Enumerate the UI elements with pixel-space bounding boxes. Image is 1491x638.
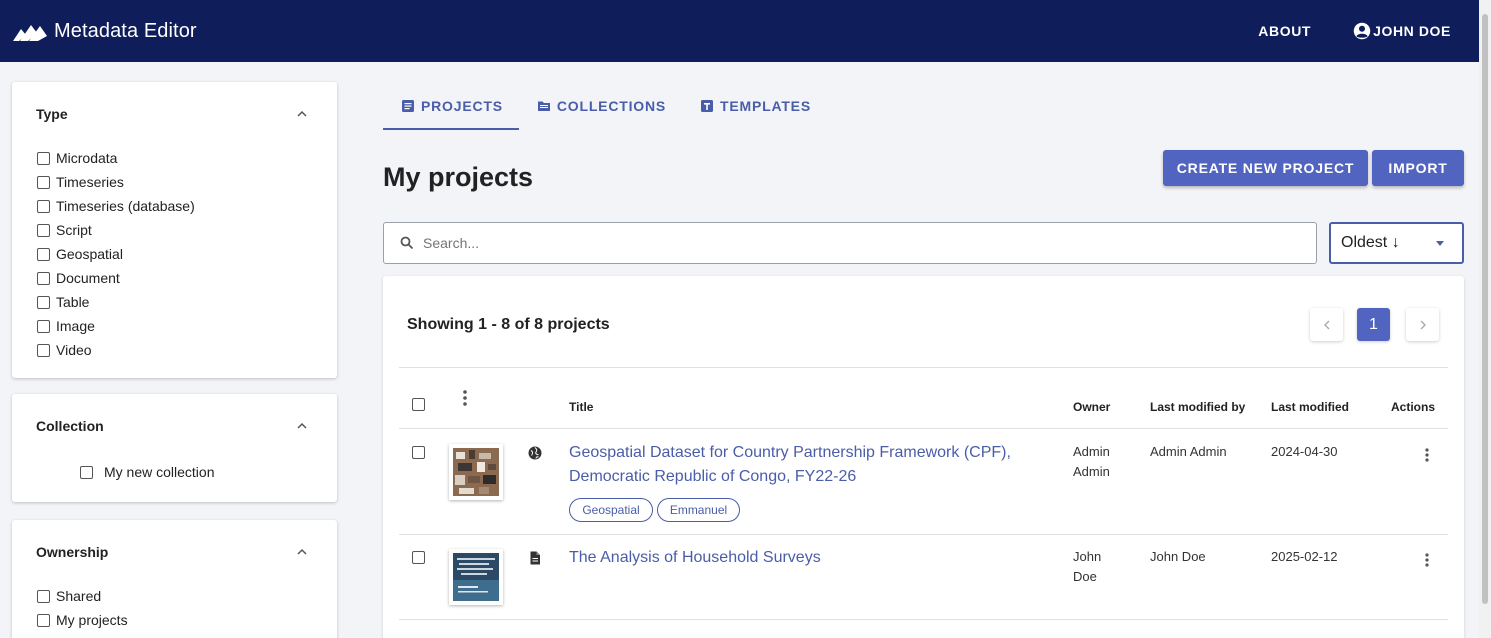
column-header-owner[interactable]: Owner [1073,400,1110,414]
projects-card: Showing 1 - 8 of 8 projects 1 Title Owne… [383,276,1464,638]
map-thumbnail-image [453,448,499,496]
import-button[interactable]: IMPORT [1372,150,1464,186]
panel-title: Type [36,106,68,122]
row-actions-icon[interactable] [1425,553,1429,567]
sort-value: Oldest ↓ [1341,234,1400,251]
filter-ownership-my-projects[interactable]: My projects [37,612,128,628]
document-icon [530,551,540,565]
owner-cell: John Doe [1073,549,1102,584]
more-vertical-icon[interactable] [463,390,467,406]
project-title-link[interactable]: Geospatial Dataset for Country Partnersh… [569,441,1039,489]
project-thumbnail[interactable] [449,549,503,605]
create-new-project-button[interactable]: CREATE NEW PROJECT [1163,150,1368,186]
tab-templates[interactable]: TEMPLATES [683,88,811,130]
checkbox[interactable] [37,151,50,165]
main-tabs: PROJECTS COLLECTIONS TEMPLATES [383,88,811,130]
globe-icon [528,446,542,460]
project-thumbnail[interactable] [449,444,503,500]
filter-type-microdata[interactable]: Microdata [37,150,117,166]
checkbox[interactable] [37,223,50,237]
filter-type-image[interactable]: Image [37,318,95,334]
chevron-up-icon[interactable] [297,422,307,430]
filter-ownership-shared[interactable]: Shared [37,588,101,604]
divider [399,619,1448,620]
app-title: Metadata Editor [54,19,197,42]
divider [399,534,1448,535]
page-button-current[interactable]: 1 [1357,308,1390,341]
filter-type-document[interactable]: Document [37,270,120,286]
owner-cell: Admin Admin [1073,444,1110,479]
projects-icon [402,100,414,112]
results-count: Showing 1 - 8 of 8 projects [407,316,610,333]
account-circle-icon [1353,22,1371,40]
select-all-checkbox[interactable] [412,398,425,411]
brand[interactable]: Metadata Editor [12,20,197,43]
filter-type-timeseries[interactable]: Timeseries [37,174,124,190]
prev-page-button[interactable] [1310,308,1343,341]
filter-type-script[interactable]: Script [37,222,92,238]
template-icon [701,100,714,112]
checkbox[interactable] [80,465,93,479]
logo-icon [13,25,47,41]
chevron-up-icon[interactable] [297,548,307,556]
checkbox[interactable] [37,247,50,261]
panel-title: Collection [36,418,104,434]
row-checkbox[interactable] [412,446,425,459]
project-title-link[interactable]: The Analysis of Household Surveys [569,546,1039,570]
chevron-right-icon [1420,320,1426,329]
tab-projects[interactable]: PROJECTS [383,88,519,130]
user-menu[interactable]: JOHN DOE [1353,22,1451,40]
column-header-title[interactable]: Title [569,400,593,414]
about-link[interactable]: ABOUT [1258,23,1311,39]
next-page-button[interactable] [1406,308,1439,341]
tab-collections[interactable]: COLLECTIONS [519,88,683,130]
page-scrollbar[interactable] [1479,0,1491,638]
modified-date-cell: 2025-02-12 [1271,549,1338,564]
user-name: JOHN DOE [1373,23,1451,39]
checkbox[interactable] [37,271,50,285]
chevron-up-icon[interactable] [297,110,307,118]
column-header-modified-by[interactable]: Last modified by [1150,400,1245,414]
type-filter-panel: Type Microdata Timeseries Timeseries (da… [12,82,337,378]
modified-date-cell: 2024-04-30 [1271,444,1338,459]
sort-select[interactable]: Oldest ↓ [1329,222,1464,264]
row-actions-icon[interactable] [1425,448,1429,462]
scrollbar-thumb[interactable] [1482,14,1488,604]
folder-icon [537,101,550,111]
column-header-modified[interactable]: Last modified [1271,400,1349,414]
divider [399,367,1448,368]
chevron-left-icon [1323,320,1329,329]
column-header-actions: Actions [1391,400,1436,414]
filter-type-geospatial[interactable]: Geospatial [37,246,123,262]
checkbox[interactable] [37,319,50,333]
filter-type-timeseries-database[interactable]: Timeseries (database) [37,198,195,214]
row-checkbox[interactable] [412,551,425,564]
divider [399,428,1448,429]
checkbox[interactable] [37,343,50,357]
book-cover-image [453,553,499,601]
checkbox[interactable] [37,295,50,309]
filter-type-video[interactable]: Video [37,342,92,358]
filter-collection-item[interactable]: My new collection [80,464,215,480]
modified-by-cell: John Doe [1150,549,1206,564]
search-box [383,222,1317,264]
checkbox[interactable] [37,175,50,189]
search-input[interactable] [423,235,1283,251]
collection-filter-panel: Collection My new collection [12,394,337,502]
checkbox[interactable] [37,589,50,603]
tag-chip[interactable]: Emmanuel [657,498,740,522]
checkbox[interactable] [37,613,50,627]
checkbox[interactable] [37,199,50,213]
top-app-bar: Metadata Editor ABOUT JOHN DOE [0,0,1479,62]
panel-title: Ownership [36,544,109,560]
tag-chip[interactable]: Geospatial [569,498,653,522]
filter-type-table[interactable]: Table [37,294,89,310]
ownership-filter-panel: Ownership Shared My projects [12,520,337,638]
caret-down-icon [1436,241,1444,246]
search-icon [400,236,414,250]
page-title: My projects [383,162,534,192]
modified-by-cell: Admin Admin [1150,444,1227,459]
